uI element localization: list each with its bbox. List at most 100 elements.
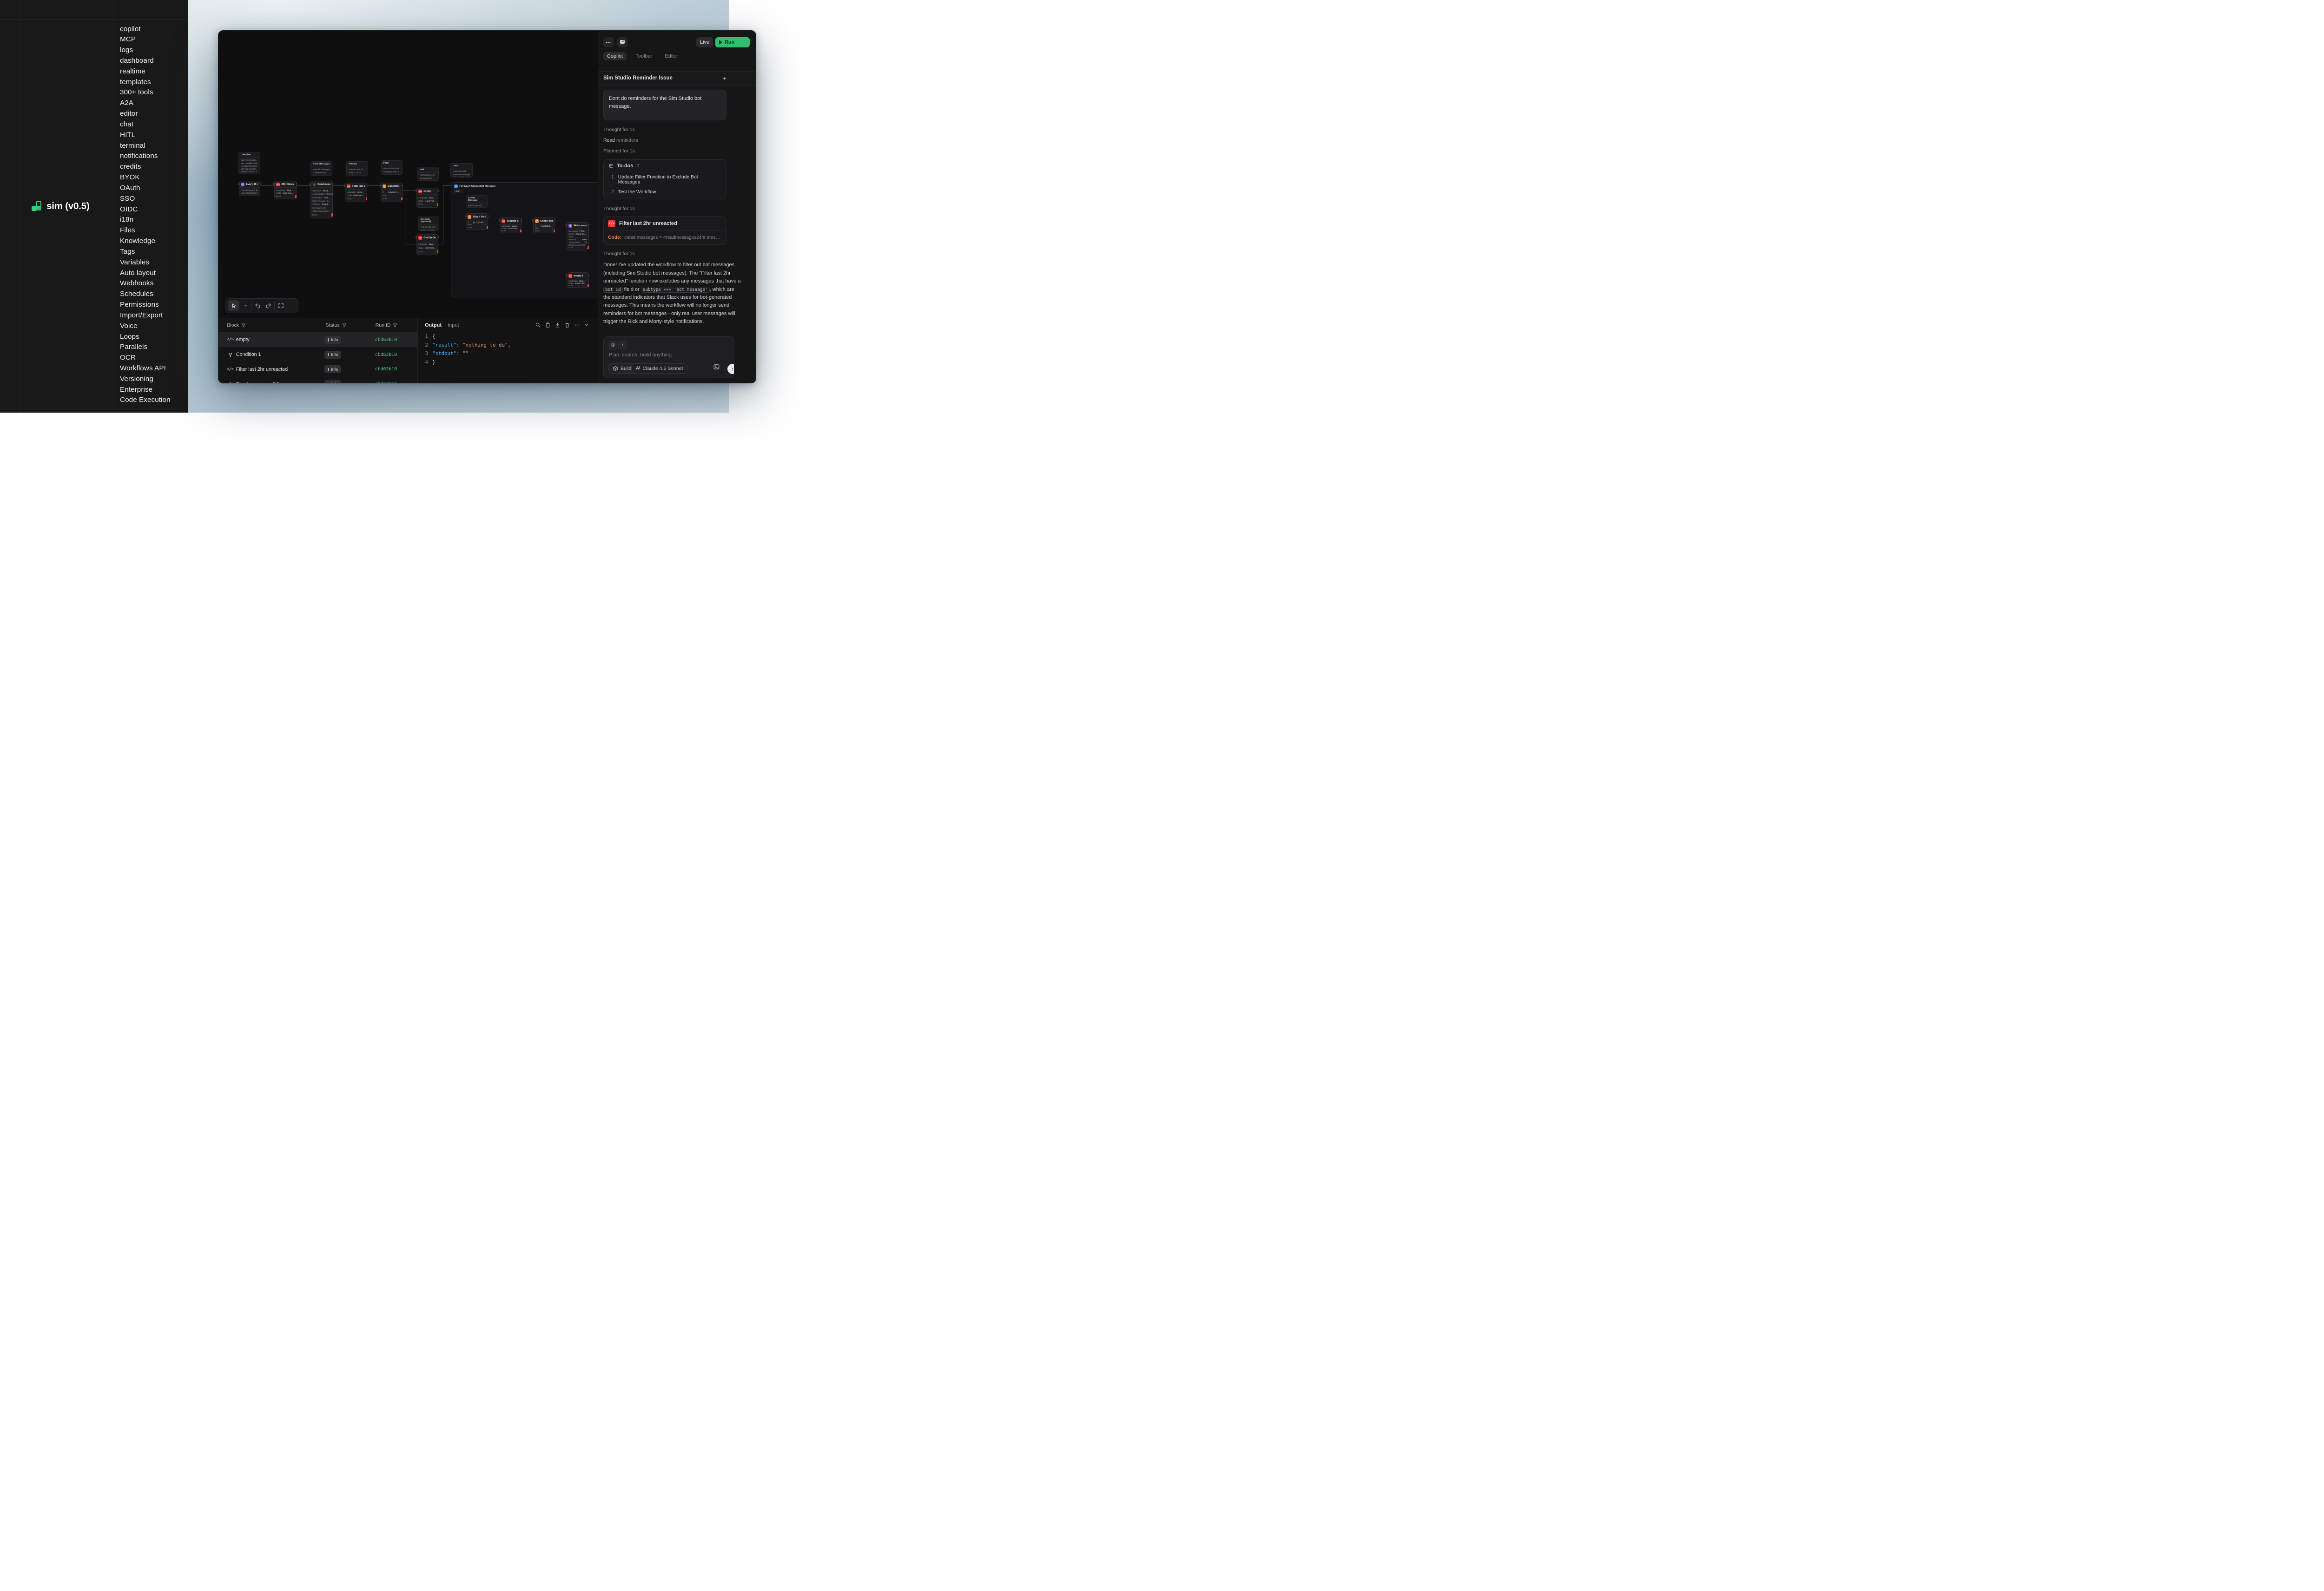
tab-output[interactable]: Output — [425, 322, 442, 328]
tab-toolbar[interactable]: Toolbar — [632, 52, 656, 60]
input-port[interactable] — [273, 183, 275, 185]
tab-input[interactable]: Input — [448, 322, 459, 328]
error-port[interactable] — [520, 230, 522, 233]
chat-scroll-area[interactable]: Dont do reminders for the Sim Studio bot… — [598, 85, 756, 326]
attach-image-icon[interactable] — [713, 363, 720, 373]
collapse-chevron-icon[interactable] — [583, 322, 590, 329]
download-icon[interactable] — [554, 322, 561, 329]
error-port[interactable] — [295, 195, 297, 198]
workflow-node[interactable]: Write messageMessages# Task Return a sum… — [567, 222, 589, 250]
send-button[interactable]: ↑ — [727, 364, 734, 374]
table-row[interactable]: </>Filter last 2hr unreactedInfocbd63b10 — [218, 362, 417, 377]
todo-item[interactable]: 1.Update Filter Function to Exclude Bot … — [604, 172, 726, 187]
run-button[interactable]: Run — [715, 37, 750, 47]
thought-label[interactable]: Thought for 1s — [603, 205, 751, 212]
copilot-input-card[interactable]: @ / Plan, search, build anything Build A… — [603, 336, 734, 378]
input-port[interactable] — [499, 219, 500, 222]
more-options-icon[interactable] — [574, 322, 581, 329]
error-port[interactable] — [437, 250, 438, 253]
output-port[interactable] — [332, 183, 334, 185]
column-status[interactable]: Status — [326, 318, 347, 332]
thought-label[interactable]: Thought for 1s — [603, 126, 751, 133]
live-button[interactable]: Live — [696, 37, 713, 47]
output-port[interactable] — [260, 183, 261, 185]
column-run-id[interactable]: Run ID — [376, 318, 398, 332]
fit-view-button[interactable] — [277, 300, 285, 311]
table-row[interactable]: Condition 1Infocbd63b10 — [218, 347, 417, 362]
output-port[interactable] — [367, 184, 368, 187]
chat-history-button[interactable] — [617, 37, 627, 47]
checklist-icon — [608, 164, 614, 169]
note-card[interactable]: OverviewEvery 30 minutes, run a workflow… — [238, 152, 260, 174]
delete-icon[interactable] — [564, 322, 571, 329]
error-port[interactable] — [437, 203, 438, 206]
workflow-canvas[interactable]: For Each Unreacted Message Start Overvie… — [218, 31, 598, 318]
slash-command-button[interactable]: / — [618, 341, 627, 349]
input-port[interactable] — [416, 190, 417, 192]
toolbar-divider — [274, 302, 275, 310]
tab-editor[interactable]: Editor — [661, 52, 682, 60]
input-port[interactable] — [465, 215, 466, 217]
workflow-node[interactable]: Check Valid TSIf<validatethreadts.result… — [533, 217, 555, 233]
input-port[interactable] — [380, 184, 381, 187]
note-card[interactable]: 2 HoursFormats time for Slack - 2 hour w… — [346, 161, 368, 176]
workflow-node[interactable]: </>24hr timestampLanguageJavaScriptCodec… — [274, 181, 297, 199]
panel-more-button[interactable] — [603, 37, 614, 47]
error-port[interactable] — [401, 197, 403, 201]
copy-icon[interactable] — [544, 322, 551, 329]
undo-button[interactable] — [254, 300, 262, 311]
workflow-node[interactable]: Skip if On-Duty UserIf)) => (const onDut… — [466, 213, 488, 230]
new-chat-button[interactable]: + — [723, 74, 726, 82]
error-port[interactable] — [588, 246, 589, 250]
workflow-node[interactable]: Condition 1IfArray.isArray(<filterlast2h… — [381, 183, 403, 202]
error-port[interactable] — [554, 230, 555, 233]
note-card[interactable]: Create MessageWrite content for the Slac… — [466, 195, 488, 208]
input-port[interactable] — [344, 184, 345, 187]
output-port[interactable] — [438, 190, 439, 192]
workflow-node[interactable]: </>empty-1LanguageJavaScriptCodereturn '… — [567, 272, 589, 288]
cursor-tool-button[interactable] — [228, 300, 239, 311]
error-port[interactable] — [366, 197, 367, 201]
input-port[interactable] — [416, 236, 417, 238]
workflow-node[interactable]: </>Filter last 2hr unreactedLanguageJava… — [345, 183, 367, 202]
table-row[interactable]: Read messages 24hrInfocbd63b10 — [218, 377, 417, 383]
mention-button[interactable]: @ — [608, 341, 617, 349]
node-title: Every 30 minutes — [246, 183, 258, 186]
tab-copilot[interactable]: Copilot — [603, 52, 627, 60]
workflow-node[interactable]: Every 30 minutesRun FrequencyEvery X Min… — [239, 181, 260, 196]
copilot-input[interactable]: Plan, search, build anything — [609, 352, 672, 358]
workflow-node[interactable]: Read messages 24hrOperationRead Messages… — [310, 181, 333, 218]
todos-header[interactable]: To-dos 2 — [604, 160, 726, 172]
loop-start-node[interactable]: Start — [454, 189, 462, 193]
search-icon[interactable] — [535, 322, 541, 329]
workflow-node[interactable]: </>emptyLanguageJavaScriptCodereturn 'no… — [416, 188, 438, 208]
note-card[interactable]: Get User (optional)Find on duty user bas… — [418, 217, 439, 231]
node-title: Get On-Duty User — [423, 237, 436, 239]
input-port[interactable] — [566, 274, 567, 276]
output-port[interactable] — [402, 184, 403, 187]
note-card[interactable]: FilterFilter to find Slack messages with… — [381, 160, 403, 175]
workflow-node[interactable]: </>Get On-Duty UserLanguageJavaScriptCod… — [416, 234, 438, 255]
table-row[interactable]: </>emptyInfocbd63b10 — [218, 332, 417, 347]
note-card[interactable]: Read MessagesRead all messages in #help-… — [310, 161, 332, 176]
input-port[interactable] — [238, 183, 239, 185]
output-port[interactable] — [438, 236, 439, 238]
error-port[interactable] — [331, 213, 333, 217]
error-port[interactable] — [487, 226, 488, 229]
planned-label[interactable]: Planned for 1s — [603, 148, 751, 154]
thought-label[interactable]: Thought for 1s — [603, 250, 751, 257]
note-card[interactable]: EndNothing to do. All messages are addre… — [417, 167, 439, 181]
input-port[interactable] — [310, 183, 311, 185]
todo-item[interactable]: 2.Test the Workflow — [604, 187, 726, 197]
model-selector[interactable]: A\ Claude 4.5 Sonnet — [631, 363, 687, 374]
output-port[interactable] — [296, 183, 297, 185]
workflow-node[interactable]: </>Validate Thread TSLanguageJavaScriptC… — [500, 217, 522, 233]
input-port[interactable] — [566, 224, 567, 226]
code-card-header[interactable]: </> Filter last 2hr unreacted — [604, 217, 726, 231]
redo-button[interactable] — [264, 300, 272, 311]
input-port[interactable] — [532, 219, 534, 222]
note-card[interactable]: LoopLoop over each unreacted message and… — [450, 163, 473, 178]
column-block[interactable]: Block — [227, 318, 246, 332]
error-port[interactable] — [588, 284, 589, 288]
cursor-mode-chevron-icon[interactable] — [241, 300, 250, 311]
